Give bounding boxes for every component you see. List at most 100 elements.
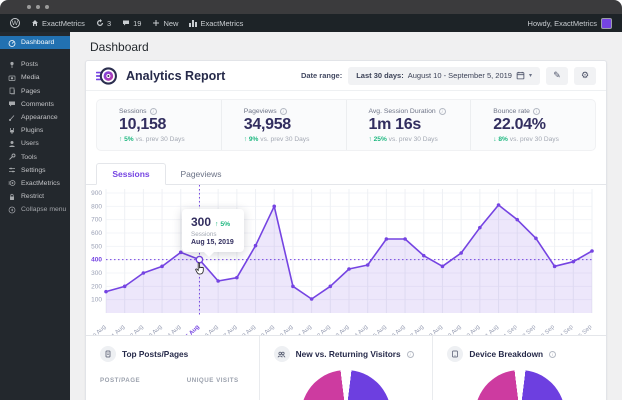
stat-delta-suffix: vs. prev 30 Days bbox=[388, 136, 438, 143]
document-icon bbox=[100, 346, 116, 362]
sidebar-item-plugins[interactable]: Plugins bbox=[0, 124, 70, 137]
edit-report-button[interactable]: ✎ bbox=[546, 66, 568, 85]
stat-label: Bounce rate bbox=[493, 108, 530, 115]
sidebar-item-dashboard[interactable]: Dashboard bbox=[0, 36, 70, 50]
sidebar-item-posts[interactable]: Posts bbox=[0, 58, 70, 71]
updates-icon bbox=[96, 19, 103, 26]
svg-text:15 Aug: 15 Aug bbox=[183, 324, 201, 335]
chart-tooltip: 300 ↑ 5% Sessions Aug 15, 2019 bbox=[182, 209, 244, 257]
stat-delta: ↑ 9% bbox=[243, 136, 259, 143]
window-control-dot[interactable] bbox=[45, 5, 49, 9]
sidebar-item-users[interactable]: Users bbox=[0, 137, 70, 150]
info-icon[interactable]: i bbox=[279, 108, 287, 115]
svg-text:800: 800 bbox=[91, 203, 102, 210]
svg-text:16 Aug: 16 Aug bbox=[202, 324, 219, 335]
page-title: Dashboard bbox=[90, 40, 149, 54]
collapse-icon bbox=[8, 206, 16, 214]
sidebar-label: Posts bbox=[21, 61, 38, 69]
svg-text:12 Aug: 12 Aug bbox=[127, 324, 144, 335]
sidebar-collapse-menu[interactable]: Collapse menu bbox=[0, 203, 70, 216]
svg-text:500: 500 bbox=[91, 243, 102, 250]
sidebar-label: Dashboard bbox=[21, 39, 55, 47]
wp-logo-menu[interactable]: W bbox=[10, 18, 20, 28]
new-content-menu[interactable]: New bbox=[152, 19, 178, 28]
info-icon[interactable]: i bbox=[406, 350, 414, 358]
sidebar-label: Settings bbox=[21, 166, 46, 174]
comments-menu[interactable]: 19 bbox=[122, 19, 141, 28]
svg-text:25 Aug: 25 Aug bbox=[370, 324, 387, 335]
svg-text:2 Sep: 2 Sep bbox=[522, 324, 538, 335]
column-unique-visits: UNIQUE VISITS bbox=[186, 377, 239, 384]
sidebar-item-tools[interactable]: Tools bbox=[0, 151, 70, 164]
report-settings-button[interactable]: ⚙ bbox=[574, 66, 596, 85]
tab-pageviews[interactable]: Pageviews bbox=[166, 163, 236, 184]
svg-text:24 Aug: 24 Aug bbox=[352, 324, 369, 335]
sidebar-label: Appearance bbox=[21, 114, 58, 122]
svg-text:27 Aug: 27 Aug bbox=[408, 324, 425, 335]
date-range-value: August 10 - September 5, 2019 bbox=[407, 71, 512, 80]
sidebar-label: Tools bbox=[21, 153, 37, 161]
sidebar-label: Comments bbox=[21, 100, 54, 108]
stat-label: Pageviews bbox=[243, 108, 277, 115]
column-post-page: POST/PAGE bbox=[100, 377, 141, 384]
sidebar-item-media[interactable]: Media bbox=[0, 71, 70, 84]
svg-text:4 Sep: 4 Sep bbox=[559, 324, 575, 335]
info-icon[interactable]: i bbox=[438, 108, 446, 115]
stat-label: Sessions bbox=[119, 108, 147, 115]
wordpress-icon: W bbox=[10, 18, 20, 28]
sidebar-item-pages[interactable]: Pages bbox=[0, 85, 70, 98]
stat-pageviews: Pageviews i 34,958 ↑ 9% vs. prev 30 Days bbox=[220, 100, 346, 150]
exactmetrics-logo bbox=[96, 66, 117, 85]
sidebar-item-restrict[interactable]: Restrict bbox=[0, 190, 70, 203]
wrench-icon bbox=[9, 153, 16, 160]
tab-sessions[interactable]: Sessions bbox=[96, 163, 166, 185]
info-icon[interactable]: i bbox=[549, 350, 557, 358]
bottom-widgets: Top Posts/Pages POST/PAGE UNIQUE VISITS … bbox=[86, 335, 606, 400]
svg-text:700: 700 bbox=[91, 217, 102, 224]
svg-text:600: 600 bbox=[91, 230, 102, 237]
pin-icon bbox=[10, 61, 14, 68]
svg-text:11 Aug: 11 Aug bbox=[109, 324, 126, 335]
visitors-pie-chart bbox=[301, 370, 391, 400]
sidebar-item-appearance[interactable]: Appearance bbox=[0, 111, 70, 124]
sidebar-label: ExactMetrics bbox=[21, 179, 60, 187]
site-menu[interactable]: ExactMetrics bbox=[31, 19, 85, 28]
date-range-preset: Last 30 days: bbox=[356, 71, 404, 80]
comment-icon bbox=[123, 20, 130, 26]
svg-text:3 Sep: 3 Sep bbox=[541, 324, 557, 335]
exactmetrics-admin-menu[interactable]: ExactMetrics bbox=[189, 19, 243, 28]
bar-chart-icon bbox=[189, 19, 198, 27]
howdy-account-menu[interactable]: Howdy, ExactMetrics bbox=[528, 19, 597, 28]
svg-text:30 Aug: 30 Aug bbox=[464, 324, 481, 335]
sidebar-item-comments[interactable]: Comments bbox=[0, 98, 70, 111]
tooltip-series: Sessions bbox=[191, 231, 217, 238]
window-control-dot[interactable] bbox=[36, 5, 40, 9]
sessions-line-chart[interactable]: 10020030040050060070080090010 Aug 11 Aug 1… bbox=[86, 185, 598, 335]
comments-icon bbox=[9, 101, 15, 107]
svg-text:31 Aug: 31 Aug bbox=[482, 324, 499, 335]
info-icon[interactable]: i bbox=[149, 108, 157, 115]
info-icon[interactable]: i bbox=[532, 108, 540, 115]
sidebar-item-exactmetrics[interactable]: ExactMetrics bbox=[0, 177, 70, 190]
updates-count: 3 bbox=[106, 18, 112, 28]
pages-icon bbox=[9, 87, 15, 95]
plus-icon bbox=[153, 20, 160, 26]
tooltip-delta: ↑ 5% bbox=[215, 221, 231, 228]
window-control-dot[interactable] bbox=[27, 5, 31, 9]
tooltip-value: 300 bbox=[191, 215, 212, 229]
sidebar-item-settings[interactable]: Settings bbox=[0, 164, 70, 177]
home-icon bbox=[32, 20, 38, 26]
updates-menu[interactable]: 3 bbox=[96, 19, 111, 28]
svg-text:5 Sep: 5 Sep bbox=[578, 324, 594, 335]
analytics-report-card: Analytics Report Date range: Last 30 day… bbox=[85, 60, 607, 400]
user-avatar[interactable] bbox=[601, 17, 612, 29]
widget-title: New vs. Returning Visitors bbox=[295, 349, 401, 359]
stat-delta: ↓ 8% bbox=[493, 136, 508, 143]
sidebar-label: Users bbox=[21, 140, 39, 148]
sidebar-label: Restrict bbox=[21, 193, 45, 201]
date-range-dropdown[interactable]: Last 30 days: August 10 - September 5, 2… bbox=[348, 66, 540, 85]
stat-sessions: Sessions i 10,158 ↑ 5% vs. prev 30 Days bbox=[97, 100, 221, 150]
lock-icon bbox=[10, 193, 14, 200]
svg-text:300: 300 bbox=[91, 270, 102, 277]
calendar-icon bbox=[516, 71, 525, 80]
